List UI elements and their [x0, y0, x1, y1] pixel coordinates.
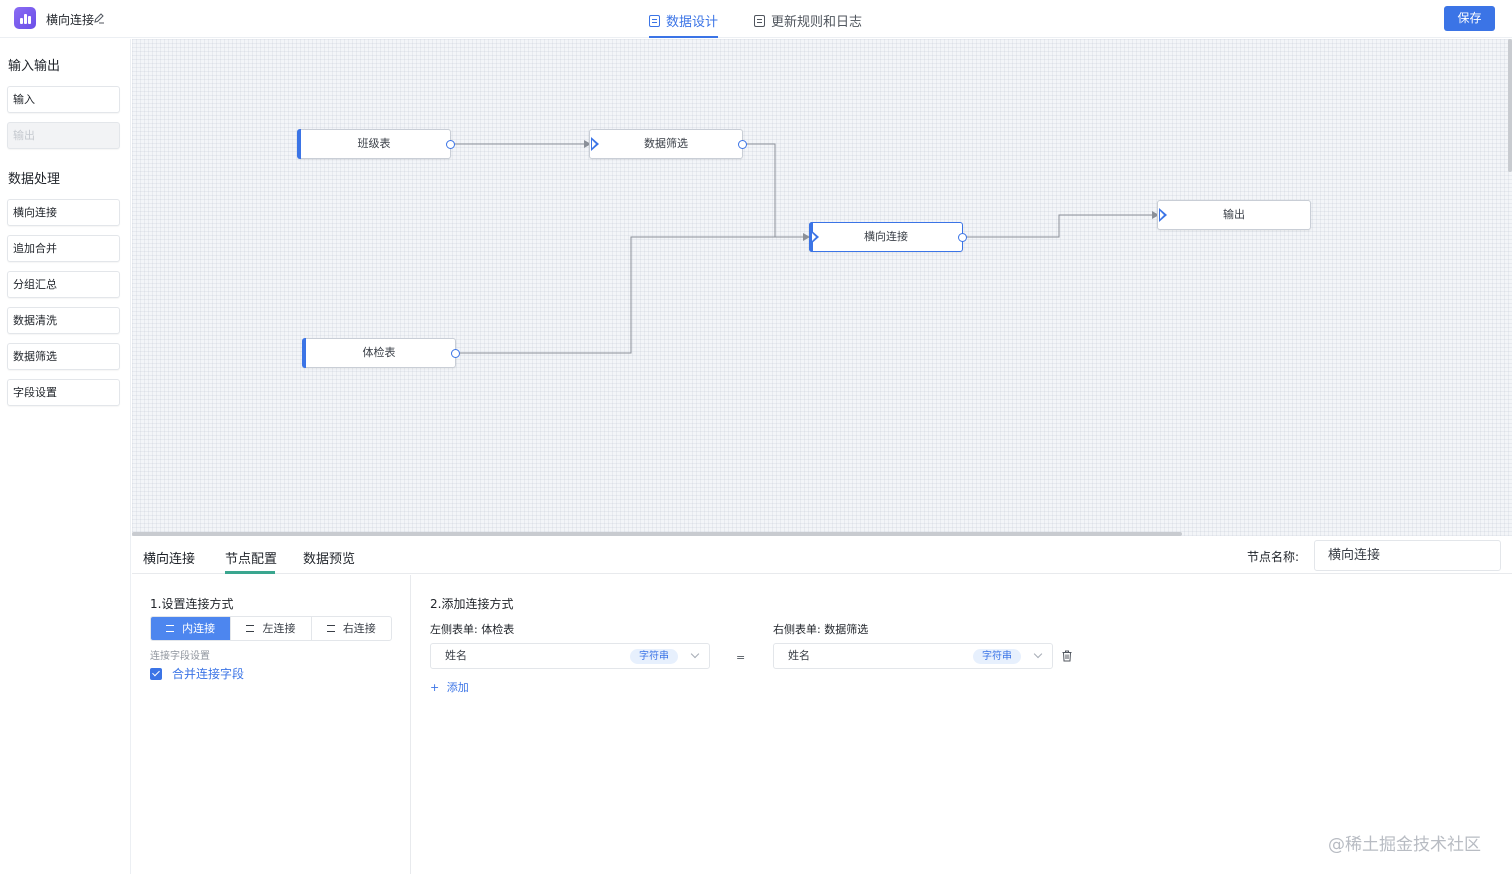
edges-layer: [455, 140, 1159, 354]
node-horizontal-join[interactable]: 横向连接: [809, 222, 967, 252]
watermark: @稀土掘金技术社区: [1328, 835, 1481, 855]
horizontal-scrollbar[interactable]: [132, 532, 1182, 536]
trash-icon[interactable]: [1062, 650, 1072, 662]
node-label: 数据筛选: [644, 137, 688, 150]
node-label: 横向连接: [864, 230, 908, 243]
merge-fields-label[interactable]: 合并连接字段: [172, 665, 244, 682]
join-mode-panel: 1.设置连接方式 内连接 左连接 右连接 连接字段设置 合并连接字段: [132, 575, 411, 874]
document-icon: [754, 14, 765, 27]
node-name-input[interactable]: 横向连接: [1314, 540, 1501, 571]
filter-icon: [246, 625, 255, 632]
tab-update-rules[interactable]: 更新规则和日志: [754, 11, 862, 30]
add-condition-button[interactable]: + 添加: [430, 679, 469, 695]
type-badge: 字符串: [630, 649, 678, 664]
chevron-down-icon: [1033, 649, 1043, 659]
component-sidebar: 输入输出 输入 输出 数据处理 横向连接 追加合并 分组汇总 数据清洗 数据筛选…: [0, 39, 131, 874]
edge-filter-to-join: [747, 143, 803, 238]
tab-active-underline: [649, 36, 718, 38]
tab-data-design-label: 数据设计: [666, 15, 719, 30]
edit-icon[interactable]: [93, 12, 105, 24]
tab-data-design[interactable]: 数据设计: [649, 11, 718, 30]
section-title-processing: 数据处理: [8, 172, 61, 187]
merge-fields-checkbox[interactable]: [150, 668, 162, 680]
edge-join-to-output: [966, 214, 1152, 238]
flow-canvas[interactable]: 班级表 数据筛选 横向连接 输出 体检表: [132, 39, 1512, 536]
chevron-down-icon: [690, 649, 700, 659]
node-output[interactable]: 输出: [1157, 200, 1311, 230]
app-chart-icon: [14, 7, 36, 29]
node-health-table[interactable]: 体检表: [302, 338, 460, 368]
vertical-scrollbar[interactable]: [1508, 39, 1512, 172]
node-label: 输出: [1223, 208, 1245, 221]
tab-horizontal-join[interactable]: 横向连接: [143, 548, 195, 567]
input-port[interactable]: [591, 137, 599, 151]
input-port[interactable]: [1159, 208, 1167, 222]
type-badge: 字符串: [973, 649, 1021, 664]
sidebar-item-group-summary[interactable]: 分组汇总: [7, 271, 120, 298]
output-port[interactable]: [738, 140, 747, 149]
section-title-io: 输入输出: [8, 59, 61, 74]
sidebar-item-horizontal-join[interactable]: 横向连接: [7, 199, 120, 226]
sidebar-item-append-merge[interactable]: 追加合并: [7, 235, 120, 262]
sidebar-item-field-settings[interactable]: 字段设置: [7, 379, 120, 406]
sidebar-item-data-filter[interactable]: 数据筛选: [7, 343, 120, 370]
join-field-settings-label: 连接字段设置: [150, 651, 210, 662]
output-port[interactable]: [451, 349, 460, 358]
config-panel: 横向连接 节点配置 数据预览 节点名称: 横向连接 1.设置连接方式 内连接 左…: [132, 537, 1512, 874]
tab-update-rules-label: 更新规则和日志: [771, 15, 863, 30]
top-bar: 横向连接 数据设计 更新规则和日志 保存: [0, 0, 1512, 38]
app-title: 横向连接: [46, 13, 95, 27]
equals-sign: =: [736, 651, 746, 664]
inner-join-button[interactable]: 内连接: [151, 617, 232, 640]
join-mode-segmented: 内连接 左连接 右连接: [150, 616, 392, 641]
filter-icon: [166, 625, 175, 632]
right-table-label: 右侧表单: 数据筛选: [773, 623, 869, 636]
left-field-select[interactable]: 姓名 字符串: [430, 643, 710, 669]
join-section-title: 1.设置连接方式: [150, 597, 234, 611]
add-section-title: 2.添加连接方式: [430, 597, 514, 611]
plus-icon: +: [430, 681, 440, 694]
design-icon: [649, 14, 660, 27]
output-port[interactable]: [446, 140, 455, 149]
input-port[interactable]: [811, 230, 819, 244]
node-data-filter[interactable]: 数据筛选: [589, 129, 747, 159]
right-field-select[interactable]: 姓名 字符串: [773, 643, 1053, 669]
tab-active-underline: [225, 571, 275, 574]
edge-health-to-join: [460, 236, 803, 354]
node-label: 体检表: [362, 346, 396, 359]
node-name-label: 节点名称:: [1247, 550, 1300, 564]
sidebar-item-input[interactable]: 输入: [7, 86, 120, 113]
filter-icon: [326, 625, 335, 632]
left-table-label: 左侧表单: 体检表: [430, 623, 515, 636]
node-class-table[interactable]: 班级表: [297, 129, 455, 159]
save-button[interactable]: 保存: [1444, 6, 1495, 31]
right-join-button[interactable]: 右连接: [312, 617, 391, 640]
config-tabs: 横向连接 节点配置 数据预览 节点名称: 横向连接: [132, 537, 1512, 574]
tab-node-config[interactable]: 节点配置: [225, 548, 277, 567]
sidebar-item-data-clean[interactable]: 数据清洗: [7, 307, 120, 334]
tab-data-preview[interactable]: 数据预览: [303, 548, 355, 567]
sidebar-item-output[interactable]: 输出: [7, 122, 120, 149]
node-label: 班级表: [357, 137, 391, 150]
left-join-button[interactable]: 左连接: [231, 617, 312, 640]
output-port[interactable]: [958, 233, 967, 242]
